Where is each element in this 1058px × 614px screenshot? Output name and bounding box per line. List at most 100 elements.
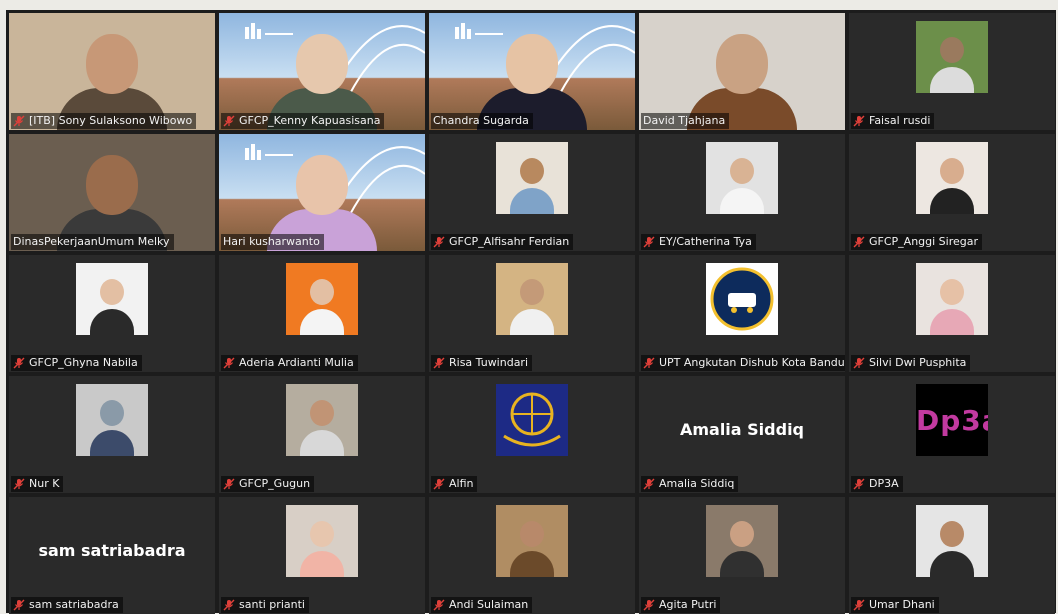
participant-name-label: Risa Tuwindari: [431, 355, 533, 371]
mic-muted-icon: [853, 599, 865, 611]
participant-name: DP3A: [869, 477, 899, 490]
mic-muted-icon: [223, 478, 235, 490]
mic-muted-icon: [643, 478, 655, 490]
participant-name: EY/Catherina Tya: [659, 235, 752, 248]
participant-tile[interactable]: UPT Angkutan Dishub Kota Bandu...: [639, 255, 845, 372]
participant-name: Agita Putri: [659, 598, 717, 611]
participant-name-label: Umar Dhani: [851, 597, 939, 613]
participant-name: Nur K: [29, 477, 60, 490]
mic-muted-icon: [433, 478, 445, 490]
mic-muted-icon: [643, 236, 655, 248]
participant-name: GFCP_Kenny Kapuasisana: [239, 114, 381, 127]
participant-name-label: Faisal rusdi: [851, 113, 935, 129]
participant-name-label: GFCP_Ghyna Nabila: [11, 355, 142, 371]
mic-muted-icon: [643, 357, 655, 369]
mic-muted-icon: [433, 236, 445, 248]
participant-name: DinasPekerjaanUmum Melky: [13, 235, 170, 248]
participant-name-label: UPT Angkutan Dishub Kota Bandu...: [641, 355, 845, 371]
participant-name-label: GFCP_Anggi Siregar: [851, 234, 983, 250]
participant-name: sam satriabadra: [29, 598, 119, 611]
participant-name: UPT Angkutan Dishub Kota Bandu...: [659, 356, 845, 369]
participant-tile[interactable]: santi prianti: [219, 497, 425, 614]
participant-tile[interactable]: Chandra Sugarda: [429, 13, 635, 130]
participant-tile[interactable]: Alfin: [429, 376, 635, 493]
participant-name-label: DP3A: [851, 476, 903, 492]
participant-name: Amalia Siddiq: [659, 477, 735, 490]
participant-name: [ITB] Sony Sulaksono Wibowo: [29, 114, 193, 127]
profile-picture: [916, 263, 988, 335]
participant-name-label: sam satriabadra: [11, 597, 123, 613]
participant-tile[interactable]: Umar Dhani: [849, 497, 1055, 614]
participant-name: Risa Tuwindari: [449, 356, 529, 369]
participant-name-label: Andi Sulaiman: [431, 597, 533, 613]
mic-muted-icon: [13, 478, 25, 490]
participant-tile[interactable]: [ITB] Sony Sulaksono Wibowo: [9, 13, 215, 130]
participant-tile[interactable]: sam satriabadra sam satriabadra: [9, 497, 215, 614]
participant-name-label: Alfin: [431, 476, 478, 492]
participant-name-label: Silvi Dwi Pusphita: [851, 355, 971, 371]
mic-muted-icon: [13, 357, 25, 369]
participant-tile[interactable]: GFCP_Kenny Kapuasisana: [219, 13, 425, 130]
participant-tile[interactable]: Hari kusharwanto: [219, 134, 425, 251]
participant-name-label: GFCP_Gugun: [221, 476, 315, 492]
participant-tile[interactable]: Silvi Dwi Pusphita: [849, 255, 1055, 372]
participant-name-label: GFCP_Alfisahr Ferdian: [431, 234, 574, 250]
participant-name-label: [ITB] Sony Sulaksono Wibowo: [11, 113, 197, 129]
profile-picture: [286, 263, 358, 335]
profile-picture: [706, 505, 778, 577]
participant-tile[interactable]: Andi Sulaiman: [429, 497, 635, 614]
mic-muted-icon: [223, 115, 235, 127]
participant-name-label: Chandra Sugarda: [431, 113, 533, 129]
mic-muted-icon: [853, 115, 865, 127]
participant-name: GFCP_Anggi Siregar: [869, 235, 979, 248]
participant-tile[interactable]: DinasPekerjaanUmum Melky: [9, 134, 215, 251]
profile-picture-logo-text: Dp3a: [916, 404, 988, 437]
mic-muted-icon: [853, 357, 865, 369]
profile-picture: [76, 263, 148, 335]
participant-tile[interactable]: EY/Catherina Tya: [639, 134, 845, 251]
participant-tile[interactable]: Faisal rusdi: [849, 13, 1055, 130]
participant-name-label: Nur K: [11, 476, 64, 492]
mic-muted-icon: [853, 236, 865, 248]
profile-picture: [496, 505, 568, 577]
participant-tile[interactable]: Dp3a DP3A: [849, 376, 1055, 493]
participant-name-label: EY/Catherina Tya: [641, 234, 756, 250]
profile-picture: [916, 142, 988, 214]
participant-tile[interactable]: Aderia Ardianti Mulia: [219, 255, 425, 372]
mic-muted-icon: [223, 357, 235, 369]
participant-name: GFCP_Gugun: [239, 477, 311, 490]
profile-picture: [496, 263, 568, 335]
participant-name: Faisal rusdi: [869, 114, 931, 127]
mic-muted-icon: [643, 599, 655, 611]
profile-picture: [286, 384, 358, 456]
participant-tile[interactable]: Agita Putri: [639, 497, 845, 614]
participant-tile[interactable]: Nur K: [9, 376, 215, 493]
participant-name: Umar Dhani: [869, 598, 935, 611]
participant-tile[interactable]: David Tjahjana: [639, 13, 845, 130]
participant-name: GFCP_Alfisahr Ferdian: [449, 235, 570, 248]
profile-picture: [706, 142, 778, 214]
participant-tile[interactable]: GFCP_Gugun: [219, 376, 425, 493]
participant-name-label: santi prianti: [221, 597, 309, 613]
participant-name-label: David Tjahjana: [641, 113, 730, 129]
participant-name: Chandra Sugarda: [433, 114, 529, 127]
participant-name: Aderia Ardianti Mulia: [239, 356, 354, 369]
participant-tile[interactable]: GFCP_Ghyna Nabila: [9, 255, 215, 372]
participant-name-label: Aderia Ardianti Mulia: [221, 355, 358, 371]
participant-name: santi prianti: [239, 598, 305, 611]
mic-muted-icon: [433, 599, 445, 611]
profile-picture: [496, 384, 568, 456]
profile-picture: [286, 505, 358, 577]
participant-tile[interactable]: GFCP_Anggi Siregar: [849, 134, 1055, 251]
profile-picture: [76, 384, 148, 456]
participant-name: Alfin: [449, 477, 474, 490]
mic-muted-icon: [223, 599, 235, 611]
participant-tile[interactable]: Amalia Siddiq Amalia Siddiq: [639, 376, 845, 493]
profile-picture: [916, 505, 988, 577]
participant-tile[interactable]: Risa Tuwindari: [429, 255, 635, 372]
profile-picture: Dp3a: [916, 384, 988, 456]
mic-muted-icon: [853, 478, 865, 490]
gallery-grid: [ITB] Sony Sulaksono Wibowo GFCP_Kenny Ka…: [6, 10, 1056, 614]
participant-name-label: Hari kusharwanto: [221, 234, 324, 250]
participant-tile[interactable]: GFCP_Alfisahr Ferdian: [429, 134, 635, 251]
